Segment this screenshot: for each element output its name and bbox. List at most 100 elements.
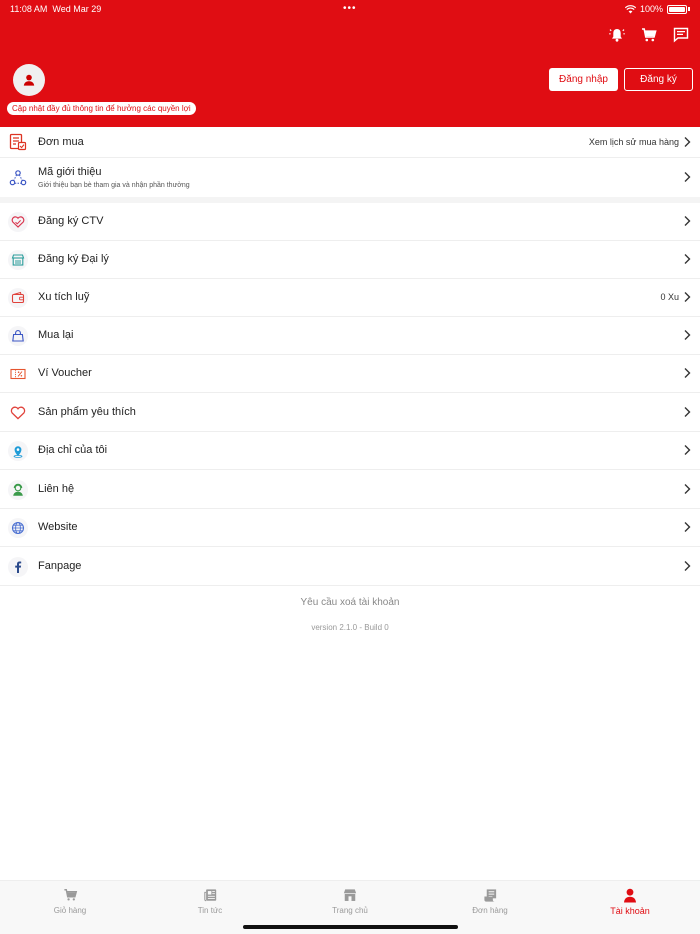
- account-icon: [622, 887, 638, 903]
- status-time-text: 11:08 AM: [10, 4, 48, 14]
- chevron-right-icon: [684, 330, 691, 340]
- menu-item-ctv[interactable]: Đăng ký CTV: [0, 203, 700, 241]
- menu-item-label: Địa chỉ của tôi: [38, 444, 108, 456]
- globe-icon: [8, 518, 28, 538]
- tab-label: Giỏ hàng: [53, 906, 87, 915]
- menu-item-right: 0 Xu: [660, 291, 692, 303]
- orders-label: Đơn mua: [38, 136, 84, 148]
- voucher-icon: [8, 364, 28, 384]
- tab-home[interactable]: Trang chủ: [300, 887, 400, 915]
- tab-label: Tài khoản: [610, 906, 650, 916]
- status-bar: 11:08 AM Wed Mar 29 ••• 100%: [0, 3, 700, 16]
- menu-item-fanpage[interactable]: Fanpage: [0, 547, 700, 586]
- menu-item-contact[interactable]: Liên hệ: [0, 470, 700, 509]
- menu-item-label: Đăng ký Đại lý: [38, 253, 109, 265]
- home-indicator: [243, 925, 458, 929]
- menu-item-right: [682, 253, 692, 265]
- menu-item-label: Đăng ký CTV: [38, 215, 104, 227]
- menu-item-agency[interactable]: Đăng ký Đại lý: [0, 241, 700, 279]
- chevron-right-icon: [684, 522, 691, 532]
- referral-sub: Giới thiệu bạn bè tham gia và nhận phần …: [38, 182, 190, 189]
- referral-icon: [8, 168, 28, 188]
- chevron-right-icon: [684, 407, 691, 417]
- multitask-dots-icon: •••: [343, 3, 357, 14]
- chevron-right-icon: [684, 445, 691, 455]
- menu-item-favorites[interactable]: Sản phẩm yêu thích: [0, 393, 700, 432]
- tab-label: Đơn hàng: [472, 906, 508, 915]
- menu-item-label: Sản phẩm yêu thích: [38, 406, 136, 418]
- status-time: 11:08 AM Wed Mar 29: [10, 4, 101, 14]
- battery-icon: [667, 4, 687, 14]
- menu-item-right: [682, 329, 692, 341]
- menu-item-label: Xu tích luỹ: [38, 291, 90, 303]
- coins-value: 0 Xu: [660, 292, 679, 302]
- contact-icon: [8, 480, 28, 500]
- menu-item-label: Liên hệ: [38, 483, 75, 495]
- account-header: 11:08 AM Wed Mar 29 ••• 100% Cập nhật đầ…: [0, 0, 700, 127]
- menu-item-right: [682, 406, 692, 418]
- login-button[interactable]: Đăng nhập: [549, 68, 618, 91]
- orders-history-text: Xem lịch sử mua hàng: [588, 137, 679, 147]
- menu-item-right: [682, 483, 692, 495]
- menu-item-website[interactable]: Website: [0, 509, 700, 547]
- status-date-text: Wed Mar 29: [52, 4, 102, 14]
- location-icon: [8, 441, 28, 461]
- orders-row[interactable]: Đơn mua Xem lịch sử mua hàng: [0, 127, 700, 158]
- home-store-icon: [342, 887, 358, 903]
- menu-item-voucher[interactable]: Ví Voucher: [0, 355, 700, 393]
- tab-account[interactable]: Tài khoản: [580, 887, 680, 916]
- referral-label: Mã giới thiệu: [38, 166, 102, 178]
- register-button[interactable]: Đăng ký: [624, 68, 693, 91]
- menu-item-right: [682, 367, 692, 379]
- menu-item-coins[interactable]: Xu tích luỹ 0 Xu: [0, 279, 700, 317]
- chat-icon[interactable]: [672, 26, 690, 44]
- heart-icon: [8, 403, 28, 423]
- bell-alert-icon[interactable]: [608, 26, 626, 44]
- orders-history-link[interactable]: Xem lịch sử mua hàng: [589, 136, 692, 148]
- delete-account-link[interactable]: Yêu cầu xoá tài khoản: [0, 597, 700, 608]
- chevron-right-icon: [684, 216, 691, 226]
- battery-tip: [688, 7, 690, 11]
- tab-news[interactable]: Tin tức: [160, 887, 260, 915]
- chevron-right-icon: [684, 137, 691, 147]
- store-icon: [8, 250, 28, 270]
- avatar[interactable]: [13, 64, 45, 96]
- wifi-icon: [624, 4, 636, 13]
- chevron-right-icon: [684, 561, 691, 571]
- tab-orders[interactable]: Đơn hàng: [440, 887, 540, 915]
- tab-cart[interactable]: Giỏ hàng: [20, 887, 120, 915]
- user-icon: [23, 74, 35, 86]
- status-right: 100%: [624, 4, 690, 14]
- menu-item-label: Ví Voucher: [38, 367, 92, 379]
- tab-label: Trang chủ: [332, 906, 368, 915]
- chevron-right-icon: [684, 484, 691, 494]
- menu-item-right: [682, 215, 692, 227]
- chevron-right-icon: [684, 254, 691, 264]
- profile-update-note[interactable]: Cập nhật đầy đủ thông tin để hưởng các q…: [7, 102, 196, 115]
- chevron-right-icon: [684, 368, 691, 378]
- menu-item-right: [682, 444, 692, 456]
- menu-item-label: Fanpage: [38, 560, 82, 572]
- ctv-heart-icon: [8, 212, 28, 232]
- news-icon: [202, 887, 218, 903]
- facebook-icon: [8, 557, 28, 577]
- order-icon: [8, 132, 28, 152]
- menu-item-right: [682, 560, 692, 572]
- cart-icon[interactable]: [640, 26, 658, 44]
- referral-row[interactable]: Mã giới thiệu Giới thiệu bạn bè tham gia…: [0, 158, 700, 197]
- menu-item-address[interactable]: Địa chỉ của tôi: [0, 432, 700, 470]
- menu-item-right: [682, 521, 692, 533]
- tab-label: Tin tức: [197, 906, 223, 915]
- menu-item-rebuy[interactable]: Mua lại: [0, 317, 700, 355]
- orders-icon: [482, 887, 498, 903]
- menu-item-label: Mua lại: [38, 329, 74, 341]
- battery-percent: 100%: [639, 4, 663, 14]
- version-text: version 2.1.0 - Build 0: [311, 623, 389, 632]
- menu-item-label: Website: [38, 521, 78, 533]
- header-actions: [608, 26, 690, 44]
- chevron-right-icon: [684, 292, 691, 302]
- cart-icon: [62, 887, 78, 903]
- wallet-icon: [8, 288, 28, 308]
- bag-icon: [8, 326, 28, 346]
- chevron-right-icon: [684, 172, 691, 182]
